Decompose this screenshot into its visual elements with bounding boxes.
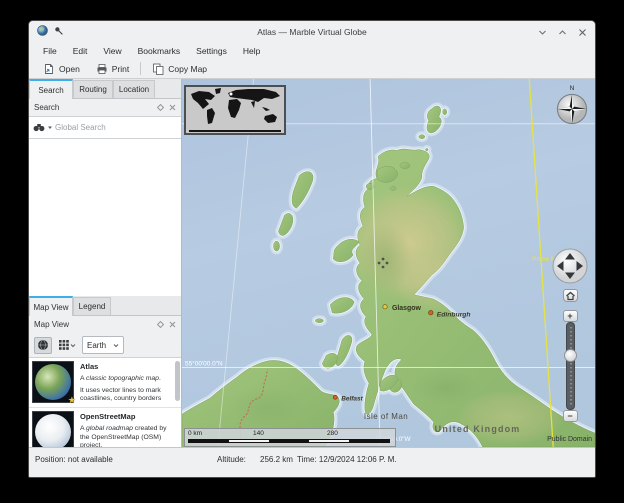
globe-view-button[interactable] (34, 337, 52, 354)
list-item-openstreetmap[interactable]: ★ OpenStreetMap A global roadmap created… (29, 408, 181, 447)
compass-rose[interactable]: N (554, 85, 590, 130)
tab-legend[interactable]: Legend (73, 297, 111, 315)
zoom-slider-thumb[interactable] (564, 349, 577, 362)
pan-control[interactable] (552, 248, 588, 284)
map-theme-thumbnail: ★ (32, 361, 74, 403)
chevron-down-icon (113, 343, 119, 348)
search-bar (29, 116, 181, 139)
list-item-atlas[interactable]: ★ Atlas A classic topographic map. It us… (29, 358, 181, 408)
toolbar-separator (140, 62, 141, 75)
menu-bookmarks[interactable]: Bookmarks (130, 46, 189, 56)
scale-segments (188, 439, 390, 443)
tab-location[interactable]: Location (113, 80, 155, 98)
compass-north-label: N (554, 85, 590, 93)
titlebar[interactable]: Atlas — Marble Virtual Globe (29, 21, 595, 43)
pin-icon[interactable] (54, 23, 64, 41)
menu-view[interactable]: View (95, 46, 129, 56)
latitude-label: 55°00'00.0"N (185, 359, 223, 367)
map-canvas[interactable]: 55°00'00.0"N 3°00'00.0"W Prime Meridian … (182, 79, 595, 447)
city-dot-edinburgh (429, 311, 433, 315)
close-panel-icon[interactable] (169, 321, 176, 328)
status-time: Time: 12/9/2024 12:06 P. M. (297, 455, 397, 464)
chevron-down-icon (538, 28, 547, 37)
document-open-icon (43, 63, 55, 75)
menu-file[interactable]: File (35, 46, 65, 56)
celestial-body-select[interactable]: Earth (82, 336, 124, 354)
tab-map-view[interactable]: Map View (29, 296, 73, 316)
binoculars-icon[interactable] (33, 123, 45, 132)
status-position: Position: not available (35, 455, 113, 464)
overview-world-map[interactable] (184, 85, 286, 135)
status-altitude-value: 256.2 km (260, 455, 293, 464)
current-location-dot (230, 93, 233, 96)
city-label-glasgow: Glasgow (392, 305, 422, 312)
grid-icon (59, 340, 69, 350)
menu-edit[interactable]: Edit (65, 46, 96, 56)
statusbar: Position: not available Altitude: 256.2 … (29, 447, 595, 477)
navigation-controls: + − (552, 248, 588, 422)
chevron-down-icon (70, 343, 76, 348)
tab-routing[interactable]: Routing (73, 80, 113, 98)
chevron-down-icon[interactable] (47, 125, 53, 130)
menu-help[interactable]: Help (235, 46, 268, 56)
map-theme-thumbnail: ★ (32, 411, 74, 447)
panel-tabbar-top: Search Routing Location (29, 79, 181, 99)
zoom-in-button[interactable]: + (563, 310, 578, 322)
menu-settings[interactable]: Settings (188, 46, 235, 56)
city-label-edinburgh: Edinburgh (437, 312, 471, 319)
side-panel: Search Routing Location Search (29, 79, 182, 447)
search-dock-header: Search (29, 99, 181, 116)
copy-map-button[interactable]: Copy Map (144, 60, 215, 78)
country-label: United Kingdom (435, 424, 521, 434)
scale-max: 280 (327, 430, 338, 437)
scale-zero: 0 km (188, 430, 202, 437)
open-button[interactable]: Open (35, 60, 88, 78)
zoom-slider[interactable] (566, 322, 575, 410)
scale-mid: 140 (253, 430, 264, 437)
panel-tabbar-bottom: Map View Legend (29, 296, 181, 316)
window-title: Atlas — Marble Virtual Globe (29, 27, 595, 37)
search-input[interactable] (55, 123, 151, 132)
maximize-button[interactable] (557, 27, 567, 37)
map-scale-bar: 0 km 140 280 (184, 428, 396, 447)
status-altitude-label: Altitude: (217, 455, 246, 464)
close-button[interactable] (577, 27, 587, 37)
chevron-up-icon (558, 28, 567, 37)
minimize-button[interactable] (537, 27, 547, 37)
city-dot-glasgow (383, 305, 387, 309)
close-icon (578, 28, 587, 37)
print-button[interactable]: Print (88, 60, 137, 78)
zoom-out-button[interactable]: − (563, 410, 578, 422)
projection-button[interactable] (56, 337, 78, 354)
copy-icon (152, 63, 164, 75)
menubar: File Edit View Bookmarks Settings Help (29, 43, 595, 59)
zoom-slider-ticks (570, 327, 572, 405)
city-label-belfast: Belfast (341, 396, 363, 403)
globe-icon (37, 339, 49, 351)
city-dot-belfast (333, 395, 337, 399)
map-view-dock-header: Map View (29, 316, 181, 333)
float-panel-icon[interactable] (157, 104, 164, 111)
printer-icon (96, 63, 108, 75)
list-scrollbar[interactable] (175, 361, 180, 401)
map-view-controls: Earth (29, 333, 181, 357)
marble-app-icon (37, 23, 48, 41)
home-button[interactable] (563, 289, 578, 302)
favorite-star-icon: ★ (68, 396, 76, 406)
tab-search[interactable]: Search (29, 79, 73, 99)
close-panel-icon[interactable] (169, 104, 176, 111)
float-panel-icon[interactable] (157, 321, 164, 328)
region-label: Isle of Man (364, 412, 408, 421)
attribution-label: Public Domain (547, 436, 592, 443)
search-results-area[interactable] (29, 139, 181, 296)
home-icon (565, 291, 576, 301)
toolbar: Open Print Copy Map (29, 59, 595, 79)
marble-window: Atlas — Marble Virtual Globe File Edit V… (28, 20, 596, 478)
map-theme-list: ★ Atlas A classic topographic map. It us… (29, 357, 181, 447)
